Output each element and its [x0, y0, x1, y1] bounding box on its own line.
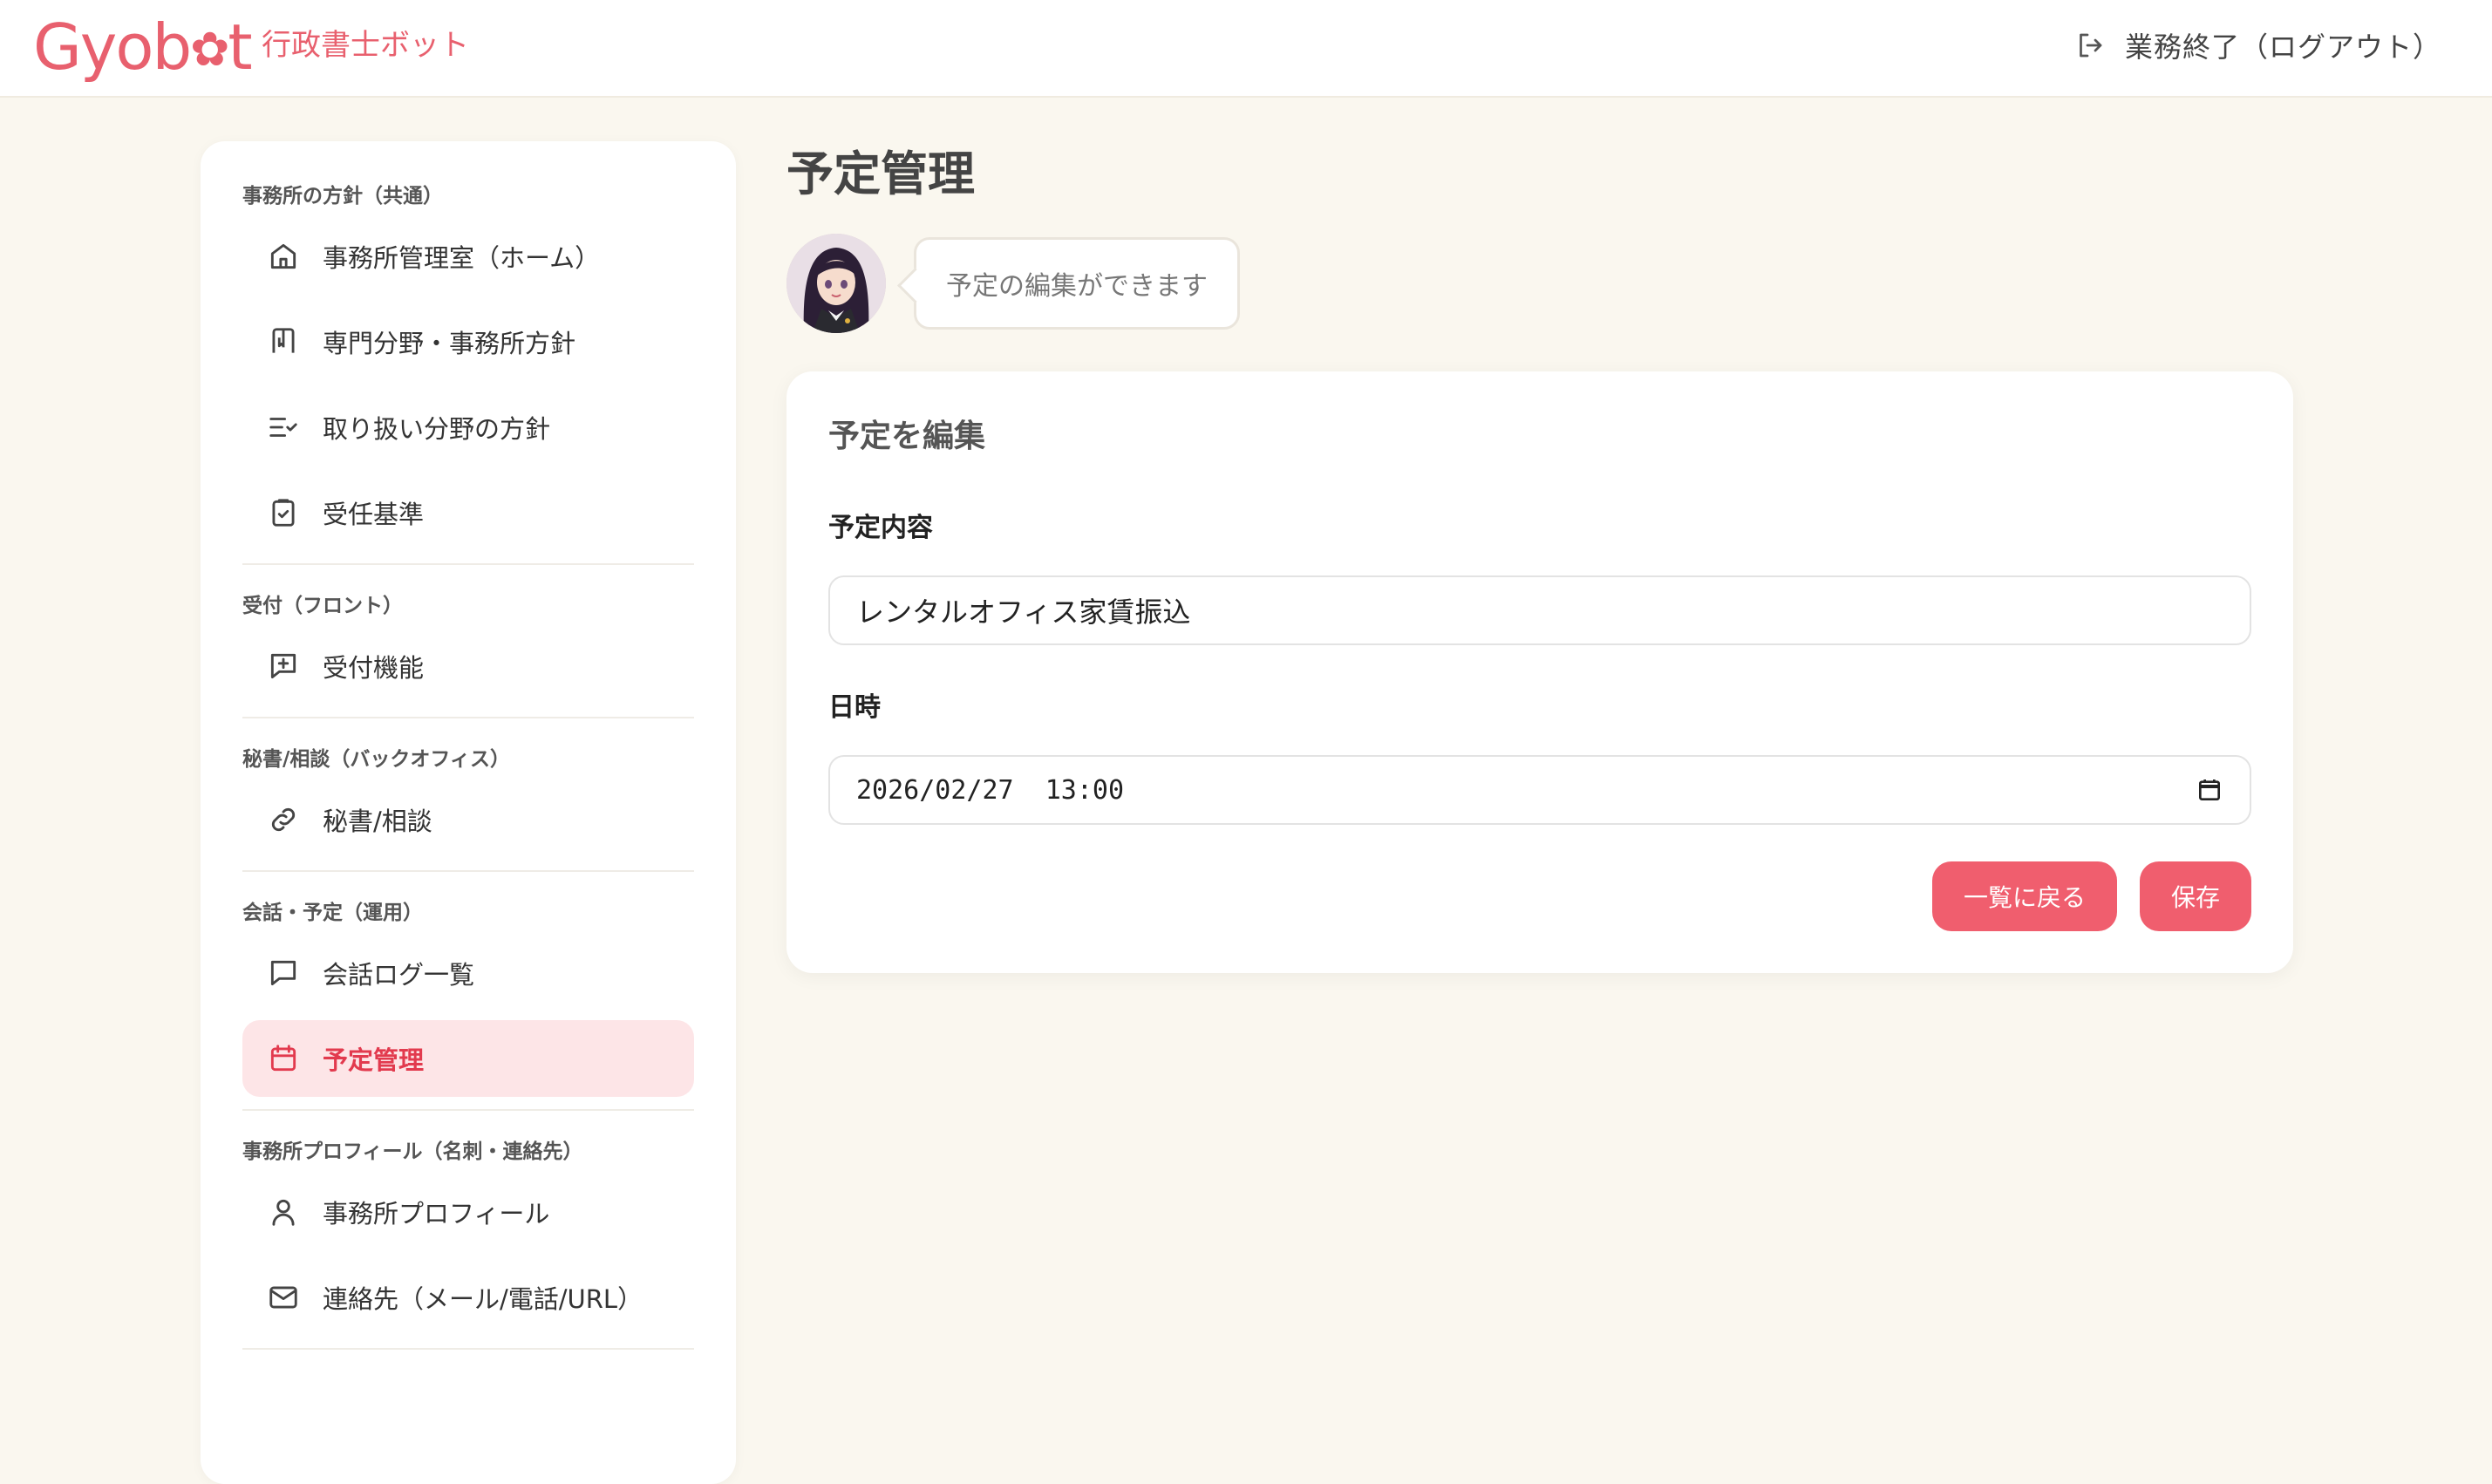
top-bar: Gyob✿t 行政書士ボット 業務終了（ログアウト） [0, 0, 2492, 98]
assistant-speech-bubble: 予定の編集ができます [914, 237, 1240, 330]
main-content: 予定管理 予定の編集ができます 予定を編集 予定内容 レンタルオフィス家賃振込 [786, 140, 2293, 973]
bookmark-book-icon [272, 328, 295, 353]
chat-bubble-icon [270, 960, 296, 986]
sidebar-item-office-profile[interactable]: 事務所プロフィール [242, 1174, 694, 1250]
content-input[interactable]: レンタルオフィス家賃振込 [828, 575, 2251, 645]
logout-button[interactable]: 業務終了（ログアウト） [2074, 26, 2441, 65]
assistant-portrait [786, 234, 886, 333]
user-icon [272, 1199, 295, 1226]
sidebar-item-label: 事務所プロフィール [323, 1199, 550, 1229]
sidebar-item-label: 予定管理 [323, 1045, 425, 1075]
sidebar-section-title: 会話・予定（運用） [242, 902, 423, 924]
assistant-avatar [786, 234, 886, 333]
save-button[interactable]: 保存 [2140, 861, 2251, 931]
logout-icon [2080, 33, 2102, 58]
sidebar-section-title: 受付（フロント） [242, 595, 403, 617]
assistant-message: 予定の編集ができます [786, 234, 2293, 333]
datetime-input-value: 2026/02/27 13:00 [856, 774, 1125, 806]
clipboard-check-icon [272, 499, 295, 527]
sidebar-item-label: 会話ログ一覧 [323, 960, 475, 990]
content-label: 予定内容 [828, 513, 933, 543]
sidebar-section-title: 事務所の方針（共通） [242, 185, 443, 208]
sidebar-item-acceptance-criteria[interactable]: 受任基準 [242, 474, 694, 551]
divider [242, 717, 694, 718]
divider [242, 870, 694, 872]
mail-icon [269, 1286, 297, 1309]
sidebar-item-field-policy[interactable]: 取り扱い分野の方針 [242, 389, 694, 466]
page-title: 予定管理 [786, 146, 975, 201]
card-title: 予定を編集 [828, 419, 986, 454]
sidebar-item-specialty-policy[interactable]: 専門分野・事務所方針 [242, 303, 694, 380]
calendar-icon [270, 1045, 296, 1072]
divider [242, 1348, 694, 1350]
form-actions: 一覧に戻る 保存 [1932, 861, 2251, 931]
sidebar-item-label: 事務所管理室（ホーム） [323, 243, 601, 273]
checklist-icon [269, 418, 297, 437]
assistant-message-text: 予定の編集ができます [946, 271, 1208, 302]
home-icon [270, 243, 296, 269]
link-icon [271, 807, 296, 832]
logo[interactable]: Gyob✿t [33, 12, 253, 82]
content-input-value: レンタルオフィス家賃振込 [856, 596, 1191, 629]
divider [242, 1109, 694, 1111]
sidebar-item-home[interactable]: 事務所管理室（ホーム） [242, 218, 694, 295]
sidebar-item-label: 専門分野・事務所方針 [323, 329, 576, 358]
sidebar-item-label: 連絡先（メール/電話/URL） [323, 1284, 643, 1314]
sidebar-item-reception[interactable]: 受付機能 [242, 628, 694, 705]
message-plus-icon [270, 653, 296, 679]
sidebar-item-schedule[interactable]: 予定管理 [242, 1020, 694, 1097]
sidebar-item-label: 受付機能 [323, 653, 425, 683]
logout-label: 業務終了（ログアウト） [2124, 31, 2441, 64]
back-to-list-button[interactable]: 一覧に戻る [1932, 861, 2117, 931]
sidebar-item-label: 受任基準 [323, 500, 425, 529]
sidebar-section-title: 事務所プロフィール（名刺・連絡先） [242, 1140, 583, 1163]
tagline: 行政書士ボット [262, 28, 469, 63]
sidebar-item-contacts[interactable]: 連絡先（メール/電話/URL） [242, 1259, 694, 1336]
sidebar: 事務所の方針（共通） 事務所管理室（ホーム） 専門分野・事務所方針 取り扱い分野… [201, 141, 736, 1484]
sidebar-item-secretary[interactable]: 秘書/相談 [242, 781, 694, 858]
sidebar-section-title: 秘書/相談（バックオフィス） [242, 748, 510, 771]
calendar-picker-icon[interactable] [2196, 776, 2223, 804]
divider [242, 563, 694, 565]
sidebar-item-label: 秘書/相談 [323, 807, 432, 836]
sidebar-item-label: 取り扱い分野の方針 [323, 414, 551, 444]
sidebar-item-conversation-logs[interactable]: 会話ログ一覧 [242, 935, 694, 1011]
edit-schedule-card: 予定を編集 予定内容 レンタルオフィス家賃振込 日時 2026/02/27 13… [786, 371, 2293, 973]
datetime-label: 日時 [828, 692, 881, 723]
datetime-input[interactable]: 2026/02/27 13:00 [828, 755, 2251, 825]
